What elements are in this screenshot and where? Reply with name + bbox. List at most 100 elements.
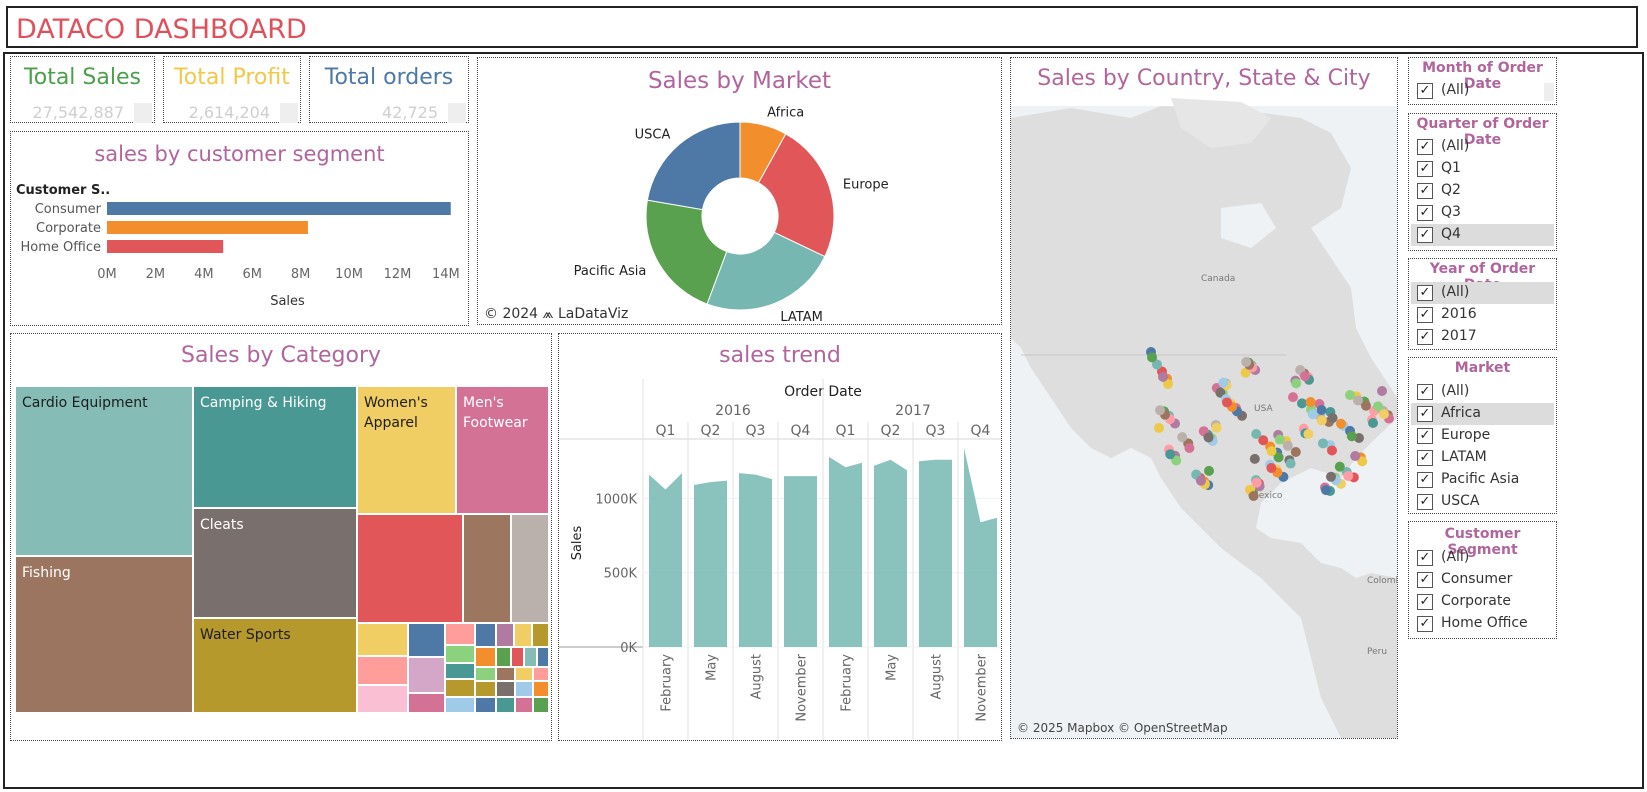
trend-area[interactable]: [874, 459, 907, 647]
treemap-cell[interactable]: [515, 697, 533, 713]
treemap-cell[interactable]: [511, 647, 524, 667]
checkbox[interactable]: ✓: [1417, 616, 1433, 632]
treemap-cell[interactable]: [514, 623, 532, 647]
treemap-cell[interactable]: [496, 667, 515, 681]
treemap-cell[interactable]: [532, 623, 549, 647]
map-city-dot[interactable]: [1300, 371, 1310, 382]
map-city-dot[interactable]: [1196, 475, 1206, 486]
treemap-cell[interactable]: [475, 697, 496, 713]
checkbox[interactable]: ✓: [1417, 384, 1433, 400]
treemap-cell[interactable]: [524, 647, 537, 667]
treemap-cell[interactable]: [475, 647, 496, 667]
trend-area[interactable]: [784, 476, 817, 647]
checkbox[interactable]: ✓: [1417, 572, 1433, 588]
treemap-cell-cardio-equipment[interactable]: Cardio Equipment: [15, 386, 193, 556]
dropdown-handle[interactable]: [1544, 83, 1554, 101]
map-city-dot[interactable]: [1318, 438, 1328, 449]
checkbox[interactable]: ✓: [1417, 161, 1433, 177]
treemap-cell-camping-hiking[interactable]: Camping & Hiking: [193, 386, 357, 508]
treemap-cell[interactable]: [408, 657, 445, 693]
trend-area[interactable]: [694, 480, 727, 647]
filter-option[interactable]: ✓ USCA: [1411, 491, 1554, 513]
map-city-dot[interactable]: [1288, 392, 1298, 403]
checkbox[interactable]: ✓: [1417, 285, 1433, 301]
treemap-cell[interactable]: [445, 623, 475, 645]
map-city-dot[interactable]: [1346, 431, 1357, 442]
checkbox[interactable]: ✓: [1417, 494, 1433, 510]
treemap-cell[interactable]: [496, 697, 515, 713]
treemap-cell[interactable]: [408, 693, 445, 713]
map-city-dot[interactable]: [1343, 471, 1354, 481]
filter-option[interactable]: ✓ (All): [1411, 282, 1554, 304]
map-city-dot[interactable]: [1147, 352, 1157, 363]
filter-option[interactable]: ✓ (All): [1411, 136, 1554, 158]
map-city-dot[interactable]: [1203, 432, 1214, 443]
checkbox[interactable]: ✓: [1417, 307, 1433, 323]
map-city-dot[interactable]: [1307, 409, 1318, 420]
map-city-dot[interactable]: [1336, 418, 1346, 429]
map-city-dot[interactable]: [1251, 477, 1262, 488]
map-city-dot[interactable]: [1305, 397, 1316, 407]
segment-bar[interactable]: [107, 240, 224, 253]
checkbox[interactable]: ✓: [1417, 329, 1433, 345]
map-city-dot[interactable]: [1316, 405, 1327, 415]
checkbox[interactable]: ✓: [1417, 472, 1433, 488]
treemap-cell[interactable]: [515, 667, 533, 681]
map-city-dot[interactable]: [1165, 449, 1176, 460]
trend-area[interactable]: [964, 447, 997, 647]
filter-option[interactable]: ✓ Consumer: [1411, 569, 1554, 591]
map-city-dot[interactable]: [1222, 397, 1232, 408]
treemap-cell-cleats[interactable]: Cleats: [193, 508, 357, 618]
checkbox[interactable]: ✓: [1417, 550, 1433, 566]
treemap-cell-womens-apparel[interactable]: Women's Apparel: [357, 386, 456, 514]
treemap-cell[interactable]: [533, 697, 549, 713]
map-city-dot[interactable]: [1204, 465, 1214, 476]
map-city-dot[interactable]: [1377, 386, 1387, 396]
treemap-cell[interactable]: [533, 681, 549, 697]
treemap-cell[interactable]: [445, 697, 475, 713]
filter-option[interactable]: ✓ Q3: [1411, 202, 1554, 224]
filter-option[interactable]: ✓ Africa: [1411, 403, 1554, 425]
treemap-cell[interactable]: [496, 681, 515, 697]
filter-option[interactable]: ✓ 2016: [1411, 304, 1554, 326]
treemap-cell[interactable]: [475, 623, 496, 647]
filter-option[interactable]: ✓ Pacific Asia: [1411, 469, 1554, 491]
checkbox[interactable]: ✓: [1417, 183, 1433, 199]
trend-area[interactable]: [919, 459, 952, 647]
filter-option[interactable]: ✓ Corporate: [1411, 591, 1554, 613]
map-city-dot[interactable]: [1327, 413, 1338, 423]
checkbox[interactable]: ✓: [1417, 83, 1433, 99]
treemap-cell[interactable]: [463, 514, 511, 623]
checkbox[interactable]: ✓: [1417, 406, 1433, 422]
filter-option[interactable]: ✓ (All): [1411, 80, 1554, 102]
filter-option[interactable]: ✓ 2017: [1411, 326, 1554, 348]
checkbox[interactable]: ✓: [1417, 227, 1433, 243]
treemap-cell[interactable]: [475, 667, 496, 681]
treemap-cell-mens-footwear[interactable]: Men's Footwear: [456, 386, 549, 514]
map-city-dot[interactable]: [1379, 409, 1389, 420]
map-city-dot[interactable]: [1321, 485, 1331, 496]
map-city-dot[interactable]: [1266, 463, 1277, 473]
map-city-dot[interactable]: [1177, 432, 1188, 443]
treemap-cell[interactable]: [445, 679, 475, 697]
map-city-dot[interactable]: [1184, 443, 1195, 453]
filter-option[interactable]: ✓ Q4: [1411, 224, 1554, 246]
checkbox[interactable]: ✓: [1417, 450, 1433, 466]
map-city-dot[interactable]: [1334, 461, 1345, 472]
map-city-dot[interactable]: [1316, 415, 1327, 426]
map-city-dot[interactable]: [1327, 445, 1337, 456]
treemap-cell[interactable]: [496, 623, 514, 647]
filter-option[interactable]: ✓ (All): [1411, 547, 1554, 569]
map-city-dot[interactable]: [1303, 429, 1314, 439]
trend-area[interactable]: [649, 473, 682, 647]
filter-option[interactable]: ✓ Q1: [1411, 158, 1554, 180]
map-city-dot[interactable]: [1266, 446, 1277, 457]
map-city-dot[interactable]: [1274, 434, 1285, 445]
treemap-cell[interactable]: [357, 656, 408, 685]
treemap-cell[interactable]: [475, 681, 496, 697]
segment-bar[interactable]: [107, 202, 451, 215]
map-city-dot[interactable]: [1241, 357, 1252, 367]
treemap-cell[interactable]: [515, 681, 533, 697]
checkbox[interactable]: ✓: [1417, 594, 1433, 610]
filter-option[interactable]: ✓ Q2: [1411, 180, 1554, 202]
